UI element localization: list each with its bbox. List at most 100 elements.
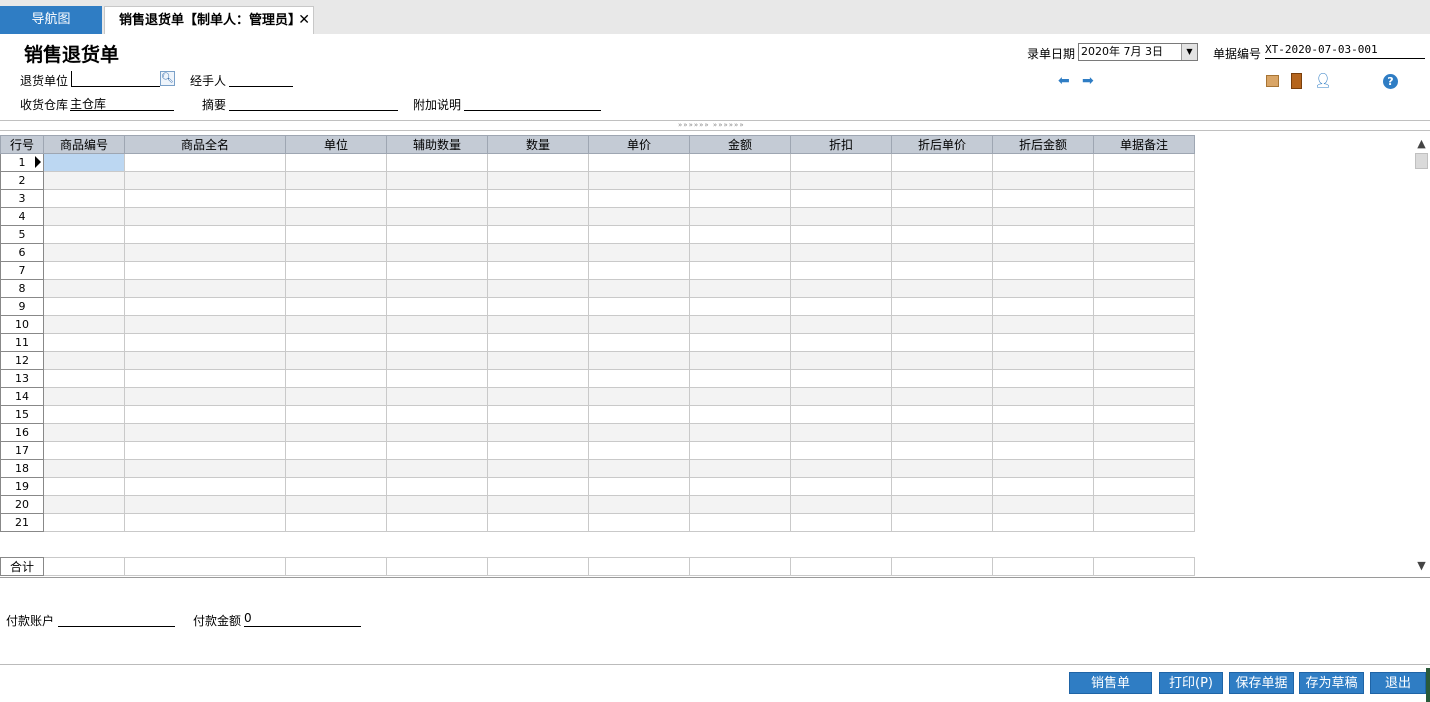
grid-cell[interactable]: [285, 261, 387, 280]
grid-cell[interactable]: [689, 171, 791, 190]
search-icon[interactable]: 🔍︎: [160, 71, 175, 86]
grid-cell[interactable]: [487, 207, 589, 226]
grid-cell[interactable]: [588, 279, 690, 298]
grid-cell[interactable]: [487, 495, 589, 514]
row-number-cell[interactable]: 14: [0, 387, 44, 406]
grid-cell[interactable]: [386, 477, 488, 496]
grid-cell[interactable]: [285, 441, 387, 460]
grid-cell[interactable]: [1093, 495, 1195, 514]
grid-cell[interactable]: [992, 513, 1094, 532]
grid-cell[interactable]: [487, 333, 589, 352]
arrow-left-icon[interactable]: ⬅: [1058, 73, 1070, 89]
grid-cell[interactable]: [1093, 261, 1195, 280]
grid-cell[interactable]: [992, 459, 1094, 478]
column-header[interactable]: 单位: [285, 135, 387, 154]
grid-cell[interactable]: [588, 513, 690, 532]
grid-cell[interactable]: [689, 495, 791, 514]
grid-cell[interactable]: [1093, 297, 1195, 316]
grid-cell[interactable]: [487, 513, 589, 532]
return-unit-field[interactable]: [71, 71, 160, 87]
grid-cell[interactable]: [386, 189, 488, 208]
grid-cell[interactable]: [43, 297, 125, 316]
grid-cell[interactable]: [487, 243, 589, 262]
sales-order-button[interactable]: 销售单: [1069, 672, 1152, 694]
grid-cell[interactable]: [1093, 153, 1195, 172]
grid-cell[interactable]: [285, 153, 387, 172]
grid-cell[interactable]: [124, 459, 286, 478]
row-number-cell[interactable]: 7: [0, 261, 44, 280]
grid-cell[interactable]: [790, 189, 892, 208]
grid-cell[interactable]: [891, 297, 993, 316]
grid-cell[interactable]: [689, 279, 791, 298]
column-header[interactable]: 辅助数量: [386, 135, 488, 154]
grid-cell[interactable]: [891, 441, 993, 460]
row-number-cell[interactable]: 4: [0, 207, 44, 226]
grid-cell[interactable]: [487, 441, 589, 460]
grid-cell[interactable]: [487, 225, 589, 244]
grid-cell[interactable]: [124, 405, 286, 424]
user-icon[interactable]: 👤︎: [1314, 73, 1332, 89]
grid-cell[interactable]: [43, 333, 125, 352]
grid-cell[interactable]: [992, 351, 1094, 370]
grid-cell[interactable]: [285, 315, 387, 334]
grid-cell[interactable]: [285, 513, 387, 532]
grid-cell[interactable]: [588, 315, 690, 334]
grid-cell[interactable]: [790, 369, 892, 388]
column-header[interactable]: 折扣: [790, 135, 892, 154]
grid-cell[interactable]: [1093, 477, 1195, 496]
grid-cell[interactable]: [285, 351, 387, 370]
grid-cell[interactable]: [386, 243, 488, 262]
splitter[interactable]: »»»»»» »»»»»»: [0, 120, 1430, 131]
grid-cell[interactable]: [124, 351, 286, 370]
grid-cell[interactable]: [689, 369, 791, 388]
grid-cell[interactable]: [689, 153, 791, 172]
grid-cell[interactable]: [891, 333, 993, 352]
column-header[interactable]: 折后单价: [891, 135, 993, 154]
grid-cell[interactable]: [43, 261, 125, 280]
grid-cell[interactable]: [124, 387, 286, 406]
doc-no-field[interactable]: XT-2020-07-03-001: [1265, 43, 1425, 59]
grid-cell[interactable]: [588, 153, 690, 172]
grid-cell[interactable]: [790, 387, 892, 406]
grid-cell[interactable]: [689, 387, 791, 406]
grid-cell[interactable]: [43, 441, 125, 460]
grid-cell[interactable]: [588, 207, 690, 226]
note-field[interactable]: [464, 95, 601, 111]
grid-cell[interactable]: [891, 207, 993, 226]
grid-cell[interactable]: [1093, 351, 1195, 370]
grid-cell[interactable]: [992, 225, 1094, 244]
grid-cell[interactable]: [992, 243, 1094, 262]
box-icon[interactable]: [1266, 75, 1279, 87]
grid-cell[interactable]: [1093, 171, 1195, 190]
grid-cell[interactable]: [124, 243, 286, 262]
grid-cell[interactable]: [487, 171, 589, 190]
grid-cell[interactable]: [386, 297, 488, 316]
grid-cell[interactable]: [891, 423, 993, 442]
grid-cell[interactable]: [43, 459, 125, 478]
close-icon[interactable]: ✕: [298, 7, 310, 34]
grid-cell[interactable]: [124, 513, 286, 532]
chevron-down-icon[interactable]: ▼: [1181, 44, 1197, 60]
grid-cell[interactable]: [588, 459, 690, 478]
grid-cell[interactable]: [891, 171, 993, 190]
grid-cell[interactable]: [790, 441, 892, 460]
grid-cell[interactable]: [124, 189, 286, 208]
grid-cell[interactable]: [790, 405, 892, 424]
grid-cell[interactable]: [588, 495, 690, 514]
save-draft-button[interactable]: 存为草稿: [1299, 672, 1364, 694]
grid-cell[interactable]: [386, 315, 488, 334]
grid-cell[interactable]: [43, 351, 125, 370]
grid-cell[interactable]: [487, 423, 589, 442]
grid-cell[interactable]: [386, 225, 488, 244]
grid-cell[interactable]: [124, 225, 286, 244]
row-number-cell[interactable]: 8: [0, 279, 44, 298]
row-number-cell[interactable]: 2: [0, 171, 44, 190]
grid-cell[interactable]: [790, 495, 892, 514]
grid-cell[interactable]: [992, 441, 1094, 460]
grid-cell[interactable]: [1093, 333, 1195, 352]
grid-cell[interactable]: [891, 513, 993, 532]
grid-cell[interactable]: [689, 207, 791, 226]
grid-cell[interactable]: [124, 315, 286, 334]
grid-cell[interactable]: [689, 225, 791, 244]
grid-cell[interactable]: [689, 243, 791, 262]
